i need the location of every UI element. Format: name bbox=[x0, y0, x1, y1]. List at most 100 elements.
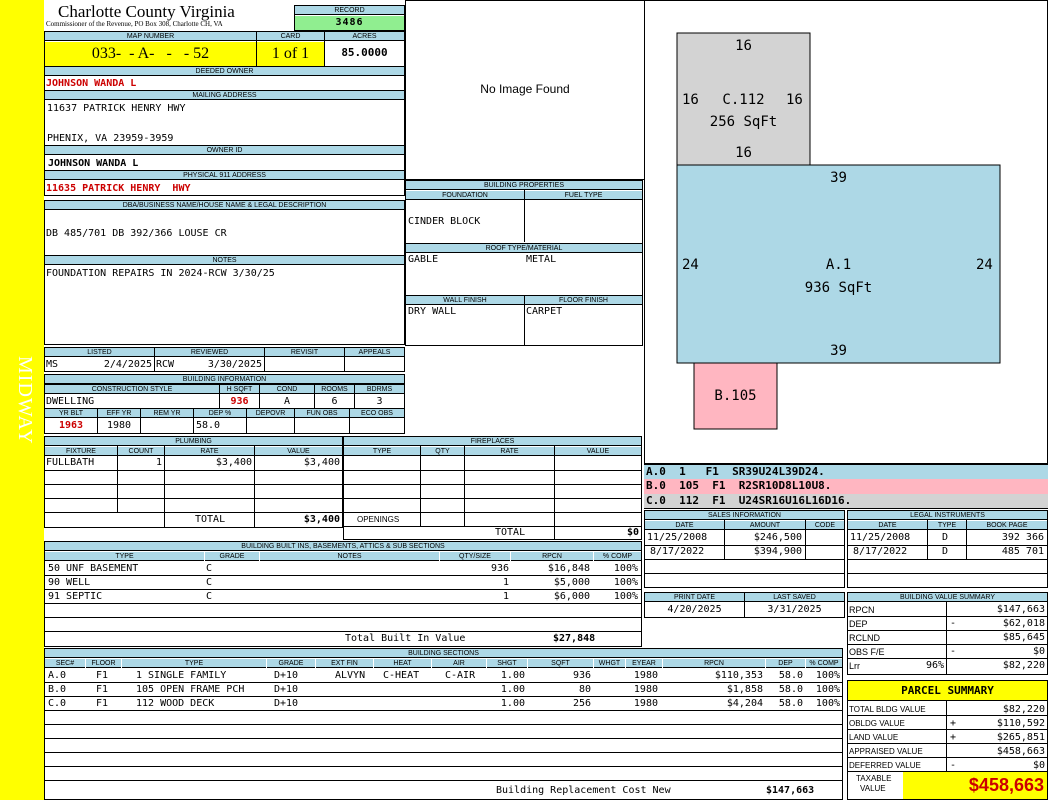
c-area: 256 SqFt bbox=[709, 114, 778, 130]
last-saved-label: LAST SAVED bbox=[745, 593, 844, 602]
dep-label: DEP % bbox=[194, 409, 246, 418]
bi-row3-qty: 1 bbox=[502, 591, 509, 602]
sec-r2-shgt: 1.00 bbox=[500, 684, 525, 695]
sec-h-comp: % COMP bbox=[806, 659, 842, 668]
bi-row2-comp: 100% bbox=[613, 577, 638, 588]
plumbing-total: $3,400 bbox=[303, 514, 340, 525]
acres-label: ACRES bbox=[325, 32, 404, 41]
sales-label: SALES INFORMATION bbox=[645, 511, 844, 520]
bi-rpcn-label: RPCN bbox=[511, 552, 593, 561]
taxable-value: $458,663 bbox=[903, 772, 1047, 799]
bi-qty-label: QTY/SIZE bbox=[440, 552, 510, 561]
sec-r2-sec: B.0 bbox=[48, 684, 67, 695]
a-bottom-dim: 39 bbox=[830, 343, 847, 359]
yrblt-label: YR BLT bbox=[45, 409, 97, 418]
deeded-owner: JOHNSON WANDA L bbox=[46, 78, 137, 89]
legal-label: LEGAL INSTRUMENTS bbox=[848, 511, 1047, 520]
vector-row-b: B.0 105 F1 R2SR10D8L10U8. bbox=[644, 479, 1048, 494]
mailing-line2: PHENIX, VA 23959-3959 bbox=[47, 133, 174, 144]
floor-value: CARPET bbox=[526, 306, 563, 317]
construction-style: DWELLING bbox=[46, 396, 95, 407]
record-value: 3486 bbox=[295, 16, 404, 30]
legal1-date: 11/25/2008 bbox=[850, 532, 911, 543]
bi-row3-rpcn: $6,000 bbox=[553, 591, 590, 602]
bvs-rpcn: $147,663 bbox=[996, 604, 1045, 615]
sec-r1-heat: C-HEAT bbox=[383, 670, 420, 681]
fixture-value: FULLBATH bbox=[46, 457, 95, 468]
no-image-text: No Image Found bbox=[480, 82, 570, 96]
hsqft-label: H SQFT bbox=[220, 385, 259, 394]
appeals-label: APPEALS bbox=[345, 348, 404, 357]
legal-book-label: BOOK PAGE bbox=[967, 521, 1047, 530]
sec-r2-floor: F1 bbox=[96, 684, 109, 695]
sec-r1-sec: A.0 bbox=[48, 670, 67, 681]
sec-r3-grade: D+10 bbox=[274, 698, 299, 709]
rate-label: RATE bbox=[165, 447, 254, 456]
b-label: B.105 bbox=[714, 388, 757, 404]
sales-code-label: CODE bbox=[806, 521, 844, 530]
bi-row1-rpcn: $16,848 bbox=[547, 563, 590, 574]
legal2-date: 8/17/2022 bbox=[853, 546, 908, 557]
sec-r3-comp: 100% bbox=[815, 698, 840, 709]
fireplaces-label: FIREPLACES bbox=[344, 437, 641, 446]
sec-h-whgt: WHGT bbox=[594, 659, 625, 668]
rooms-value: 6 bbox=[331, 396, 338, 407]
cond-label: COND bbox=[260, 385, 314, 394]
sales-amount-label: AMOUNT bbox=[725, 521, 805, 530]
listed-date: 2/4/2025 bbox=[103, 359, 152, 370]
sec-r3-sqft: 256 bbox=[572, 698, 591, 709]
card-label: CARD bbox=[257, 32, 324, 41]
rate-value: $3,400 bbox=[215, 457, 252, 468]
bdrms-value: 3 bbox=[376, 396, 383, 407]
c-label: C.112 bbox=[722, 92, 765, 108]
roof-value: GABLE bbox=[408, 254, 439, 265]
rcn-value: $147,663 bbox=[766, 785, 815, 796]
fixture-label: FIXTURE bbox=[45, 447, 117, 456]
sec-r3-sec: C.0 bbox=[48, 698, 67, 709]
sec-h-eyear: EYEAR bbox=[626, 659, 662, 668]
sec-h-floor: FLOOR bbox=[86, 659, 121, 668]
wall-value: DRY WALL bbox=[408, 306, 457, 317]
yrblt-value: 1963 bbox=[58, 420, 84, 431]
bvs-dep: $62,018 bbox=[1002, 618, 1045, 629]
sec-r3-floor: F1 bbox=[96, 698, 109, 709]
cond-value: A bbox=[283, 396, 291, 407]
legal2-book: 485 701 bbox=[1001, 546, 1044, 557]
depovr-label: DEPOVR bbox=[247, 409, 294, 418]
a-area: 936 SqFt bbox=[804, 280, 873, 296]
reviewed-date: 3/30/2025 bbox=[207, 359, 262, 370]
legal1-book: 392 366 bbox=[1001, 532, 1044, 543]
wall-label: WALL FINISH bbox=[406, 295, 524, 305]
building-properties-label: BUILDING PROPERTIES bbox=[406, 181, 642, 190]
sec-r1-sqft: 936 bbox=[572, 670, 591, 681]
reviewed-by: RCW bbox=[156, 359, 175, 370]
value-label: VALUE bbox=[255, 447, 342, 456]
roof-label: ROOF TYPE/MATERIAL bbox=[406, 243, 642, 253]
funobs-label: FUN OBS bbox=[295, 409, 349, 418]
sec-r1-eyear: 1980 bbox=[633, 670, 658, 681]
bi-row1-comp: 100% bbox=[613, 563, 638, 574]
bdrms-label: BDRMS bbox=[355, 385, 404, 394]
sec-r2-type: 105 OPEN FRAME PCH bbox=[136, 684, 245, 695]
bi-row1-qty: 936 bbox=[490, 563, 509, 574]
plumbing-label: PLUMBING bbox=[45, 437, 342, 446]
sec-h-rpcn: RPCN bbox=[663, 659, 765, 668]
count-label: COUNT bbox=[118, 447, 164, 456]
effyr-label: EFF YR bbox=[98, 409, 140, 418]
fp-type-label: TYPE bbox=[344, 447, 420, 456]
rcn-label: Building Replacement Cost New bbox=[496, 785, 671, 796]
sec-r3-dep: 58.0 bbox=[778, 698, 803, 709]
map-number: 033- - A- - - 52 bbox=[45, 42, 256, 66]
deeded-owner-label: DEEDED OWNER bbox=[45, 67, 404, 76]
bi-type-label: TYPE bbox=[45, 552, 204, 561]
sec-r3-eyear: 1980 bbox=[633, 698, 658, 709]
bi-total-label: Total Built In Value bbox=[345, 633, 466, 644]
sec-r2-grade: D+10 bbox=[274, 684, 299, 695]
a-label: A.1 bbox=[825, 257, 852, 273]
sale1-amount: $246,500 bbox=[753, 532, 802, 543]
sec-r3-type: 112 WOOD DECK bbox=[136, 698, 215, 709]
parcel-summary-title: PARCEL SUMMARY bbox=[848, 681, 1047, 701]
bvs-dep-label: DEP bbox=[849, 619, 868, 629]
sec-r3-rpcn: $4,204 bbox=[726, 698, 763, 709]
sec-r1-type: 1 SINGLE FAMILY bbox=[136, 670, 227, 681]
